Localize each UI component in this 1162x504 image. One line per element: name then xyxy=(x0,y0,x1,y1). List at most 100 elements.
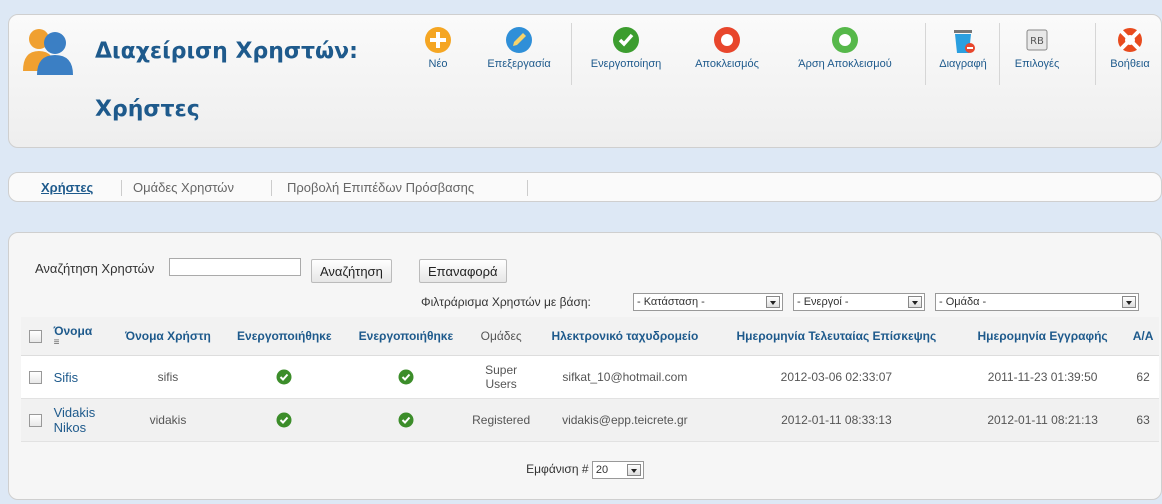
check-icon[interactable] xyxy=(398,412,414,428)
check-icon[interactable] xyxy=(276,412,292,428)
delete-label: Διαγραφή xyxy=(939,58,987,70)
activated-cell xyxy=(344,398,468,442)
unblock-button[interactable]: Άρση Αποκλεισμού xyxy=(775,25,915,70)
toolbar-divider xyxy=(999,23,1000,85)
reset-button[interactable]: Επαναφορά xyxy=(419,259,507,283)
row-checkbox[interactable] xyxy=(29,371,43,385)
col-last-visit[interactable]: Ημερομηνία Τελευταίας Επίσκεψης xyxy=(714,317,958,356)
col-enabled[interactable]: Ενεργοποιήθηκε xyxy=(224,317,345,356)
user-name-link[interactable]: Sifis xyxy=(54,370,79,385)
id-cell: 63 xyxy=(1127,398,1159,442)
last-visit-cell: 2012-03-06 02:33:07 xyxy=(714,355,958,399)
users-table: Όνομα ≡ Όνομα Χρήστη Ενεργοποιήθηκε Ενεργ… xyxy=(21,317,1159,442)
pagination: Εμφάνιση # 20 xyxy=(9,461,1161,479)
search-label: Αναζήτηση Χρηστών xyxy=(35,261,155,276)
block-button[interactable]: Αποκλεισμός xyxy=(685,25,769,70)
edit-button[interactable]: Επεξεργασία xyxy=(479,25,559,70)
col-email[interactable]: Ηλεκτρονικό ταχυδρομείο xyxy=(534,317,715,356)
group-filter-select[interactable]: - Ομάδα - xyxy=(935,293,1139,311)
page-title: Διαχείριση Χρηστών: xyxy=(95,39,358,64)
new-label: Νέο xyxy=(428,58,448,70)
col-name-label: Όνομα xyxy=(53,324,93,338)
search-button[interactable]: Αναζήτηση xyxy=(311,259,392,283)
page-subtitle: Χρήστες xyxy=(95,97,200,122)
username-cell: sifis xyxy=(111,355,225,399)
sort-icon: ≡ xyxy=(53,337,60,348)
delete-button[interactable]: Διαγραφή xyxy=(931,25,995,70)
tab-divider xyxy=(121,180,122,196)
help-label: Βοήθεια xyxy=(1110,58,1150,70)
activate-label: Ενεργοποίηση xyxy=(590,58,662,70)
email-cell: sifkat_10@hotmail.com xyxy=(534,355,715,399)
chevron-down-icon xyxy=(626,464,641,476)
row-checkbox[interactable] xyxy=(29,414,43,428)
filter-label: Φιλτράρισμα Χρηστών με βάση: xyxy=(421,295,591,309)
col-groups: Ομάδες xyxy=(467,317,535,356)
activated-cell xyxy=(344,355,468,399)
tabs-bar: Χρήστες Ομάδες Χρηστών Προβολή Επιπέδων … xyxy=(8,172,1162,202)
table-header-row: Όνομα ≡ Όνομα Χρήστη Ενεργοποιήθηκε Ενεργ… xyxy=(21,317,1159,356)
options-icon: RB xyxy=(1026,29,1048,51)
page-size-select[interactable]: 20 xyxy=(591,461,644,479)
groups-cell: Super Users xyxy=(467,355,535,399)
options-button[interactable]: RB Επιλογές xyxy=(1005,25,1069,70)
table-row: Sifis sifis Super Users sifkat_10@hotmai… xyxy=(21,355,1159,399)
select-all-cell xyxy=(21,317,51,356)
user-name-link[interactable]: Vidakis Nikos xyxy=(54,405,109,435)
check-icon[interactable] xyxy=(276,369,292,385)
col-username[interactable]: Όνομα Χρήστη xyxy=(111,317,225,356)
groups-cell: Registered xyxy=(467,398,535,442)
pencil-icon xyxy=(506,27,532,53)
block-label: Αποκλεισμός xyxy=(695,58,759,70)
enabled-cell xyxy=(224,355,345,399)
trash-icon xyxy=(954,30,975,53)
search-input[interactable] xyxy=(169,258,301,276)
chevron-down-icon xyxy=(908,296,922,308)
toolbar-panel: Διαχείριση Χρηστών: Χρήστες Νέο Επεξεργα… xyxy=(8,14,1162,148)
row-select-cell xyxy=(21,355,51,399)
chevron-down-icon xyxy=(766,296,780,308)
toolbar-divider xyxy=(925,23,926,85)
unblock-icon xyxy=(832,27,858,53)
enabled-cell xyxy=(224,398,345,442)
toolbar-divider xyxy=(1095,23,1096,85)
col-id[interactable]: Α/Α xyxy=(1127,317,1159,356)
activate-button[interactable]: Ενεργοποίηση xyxy=(577,25,675,70)
plus-icon xyxy=(425,27,451,53)
page-size-value: 20 xyxy=(595,464,609,476)
id-cell: 62 xyxy=(1127,355,1159,399)
state-filter-select[interactable]: - Κατάσταση - xyxy=(633,293,783,311)
toolbar-divider xyxy=(571,23,572,85)
registered-cell: 2011-11-23 01:39:50 xyxy=(958,355,1128,399)
row-select-cell xyxy=(21,398,51,442)
group-filter-value: - Ομάδα - xyxy=(939,296,987,308)
select-all-checkbox[interactable] xyxy=(29,330,43,344)
unblock-label: Άρση Αποκλεισμού xyxy=(798,58,892,70)
check-icon xyxy=(613,27,639,53)
chevron-down-icon xyxy=(1122,296,1136,308)
users-panel: Αναζήτηση Χρηστών Αναζήτηση Επαναφορά Φι… xyxy=(8,232,1162,500)
tab-divider xyxy=(271,180,272,196)
col-registered[interactable]: Ημερομηνία Εγγραφής xyxy=(958,317,1128,356)
username-cell: vidakis xyxy=(111,398,225,442)
new-button[interactable]: Νέο xyxy=(418,25,458,70)
block-icon xyxy=(714,27,740,53)
lifebuoy-icon xyxy=(1118,28,1142,52)
edit-label: Επεξεργασία xyxy=(487,58,551,70)
users-logo-icon xyxy=(23,29,73,75)
registered-cell: 2012-01-11 08:21:13 xyxy=(958,398,1128,442)
active-filter-select[interactable]: - Ενεργοί - xyxy=(793,293,925,311)
col-name[interactable]: Όνομα ≡ xyxy=(50,317,112,356)
active-filter-value: - Ενεργοί - xyxy=(797,296,849,308)
svg-text:RB: RB xyxy=(1030,36,1044,47)
last-visit-cell: 2012-01-11 08:33:13 xyxy=(714,398,958,442)
check-icon[interactable] xyxy=(398,369,414,385)
tab-user-groups[interactable]: Ομάδες Χρηστών xyxy=(133,180,234,195)
help-button[interactable]: Βοήθεια xyxy=(1099,25,1161,70)
table-row: Vidakis Nikos vidakis Registered vidakis… xyxy=(21,398,1159,442)
col-activated[interactable]: Ενεργοποιήθηκε xyxy=(344,317,468,356)
tab-access-levels[interactable]: Προβολή Επιπέδων Πρόσβασης xyxy=(287,180,474,195)
state-filter-value: - Κατάσταση - xyxy=(637,296,705,308)
tab-users[interactable]: Χρήστες xyxy=(41,180,93,195)
email-cell: vidakis@epp.teicrete.gr xyxy=(534,398,715,442)
